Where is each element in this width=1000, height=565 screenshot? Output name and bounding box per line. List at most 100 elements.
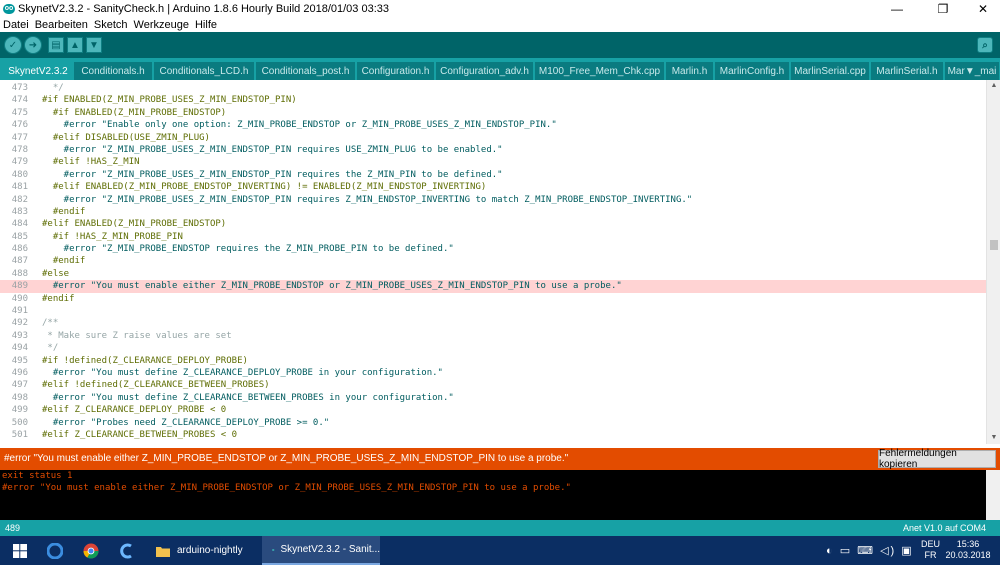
line-number: 494 [11, 343, 28, 354]
code-text: #elif !defined(Z_CLEARANCE_BETWEEN_PROBE… [42, 380, 270, 391]
tab-skynet[interactable]: SkynetV2.3.2 [4, 62, 73, 80]
tab-marlinserial-h[interactable]: MarlinSerial.h [871, 62, 944, 80]
tab-configuration[interactable]: Configuration.h [357, 62, 435, 80]
line-number: 498 [11, 392, 28, 403]
clock-date: 20.03.2018 [945, 550, 991, 560]
tab-conditionals-post[interactable]: Conditionals_post.h [256, 62, 356, 80]
code-line[interactable]: 476 #error "Enable only one option: Z_MI… [0, 119, 986, 131]
tab-configuration-adv[interactable]: Configuration_adv.h [436, 62, 534, 80]
clock-time: 15:36 [956, 539, 980, 549]
code-line[interactable]: 494 */ [0, 342, 986, 354]
code-text: #error "Z_MIN_PROBE_USES_Z_MIN_ENDSTOP_P… [42, 169, 503, 180]
code-line[interactable]: 483 #endif [0, 206, 986, 218]
menu-werkzeuge[interactable]: Werkzeuge [134, 19, 189, 31]
code-line[interactable]: 482 #error "Z_MIN_PROBE_USES_Z_MIN_ENDST… [0, 194, 986, 206]
editor-scrollbar[interactable]: ▲ ▼ [986, 80, 1000, 444]
code-line[interactable]: 491 [0, 305, 986, 317]
line-number: 474 [11, 95, 28, 106]
line-number: 487 [11, 256, 28, 267]
windows-start-button[interactable] [4, 536, 36, 565]
code-line[interactable]: 473 */ [0, 82, 986, 94]
save-sketch-button[interactable]: ▼ [86, 37, 102, 53]
code-text: #if !defined(Z_CLEARANCE_DEPLOY_PROBE) [42, 355, 248, 366]
line-number: 501 [11, 429, 28, 440]
taskbar-app-button[interactable] [112, 536, 142, 565]
serial-monitor-button[interactable]: ⌕ [977, 37, 993, 53]
line-number: 473 [11, 83, 28, 93]
taskbar-edge-button[interactable] [40, 536, 70, 565]
code-text: #error "Z_MIN_PROBE_ENDSTOP requires the… [42, 244, 454, 255]
line-number: 500 [11, 417, 28, 428]
code-line[interactable]: 488 #else [0, 268, 986, 280]
code-line[interactable]: 499 #elif Z_CLEARANCE_DEPLOY_PROBE < 0 [0, 404, 986, 416]
code-text: #endif [42, 293, 75, 304]
tab-marlinserial-cpp[interactable]: MarlinSerial.cpp [791, 62, 870, 80]
code-line[interactable]: 485 #if !HAS_Z_MIN_PROBE_PIN [0, 231, 986, 243]
code-line[interactable]: 498 #error "You must define Z_CLEARANCE_… [0, 392, 986, 404]
code-text: #if ENABLED(Z_MIN_PROBE_USES_Z_MIN_ENDST… [42, 95, 297, 106]
console-output: exit status 1 #error "You must enable ei… [0, 470, 1000, 520]
code-line[interactable]: 496 #error "You must define Z_CLEARANCE_… [0, 367, 986, 379]
menu-bearbeiten[interactable]: Bearbeiten [35, 19, 88, 31]
code-text: #endif [42, 256, 86, 267]
code-line[interactable]: 475 #if ENABLED(Z_MIN_PROBE_ENDSTOP) [0, 107, 986, 119]
code-line[interactable]: 480 #error "Z_MIN_PROBE_USES_Z_MIN_ENDST… [0, 169, 986, 181]
code-line[interactable]: 481 #elif ENABLED(Z_MIN_PROBE_ENDSTOP_IN… [0, 181, 986, 193]
tab-m100-free-mem[interactable]: M100_Free_Mem_Chk.cpp [535, 62, 665, 80]
code-line[interactable]: 497 #elif !defined(Z_CLEARANCE_BETWEEN_PR… [0, 379, 986, 391]
line-number: 482 [11, 194, 28, 205]
menu-sketch[interactable]: Sketch [94, 19, 128, 31]
system-tray-icons[interactable]: ◐ ▭ ⌨ ◁) ▣ [826, 544, 914, 557]
arrow-down-icon: ▼ [89, 39, 99, 51]
taskbar-item-arduino[interactable]: SkynetV2.3.2 - Sanit... [262, 536, 380, 565]
code-line[interactable]: 477 #elif DISABLED(USE_ZMIN_PLUG) [0, 132, 986, 144]
code-line[interactable]: 479 #elif !HAS_Z_MIN [0, 156, 986, 168]
check-icon: ✓ [8, 39, 18, 51]
code-line[interactable]: 484 #elif ENABLED(Z_MIN_PROBE_ENDSTOP) [0, 218, 986, 230]
open-sketch-button[interactable]: ▲ [67, 37, 83, 53]
code-line[interactable]: 486 #error "Z_MIN_PROBE_ENDSTOP requires… [0, 243, 986, 255]
tab-marlinconfig[interactable]: MarlinConfig.h [715, 62, 790, 80]
tab-overflow-menu[interactable]: Mar▼_mai [945, 62, 1000, 80]
code-editor[interactable]: 473 */474 #if ENABLED(Z_MIN_PROBE_USES_Z_… [0, 80, 1000, 444]
code-line[interactable]: 474 #if ENABLED(Z_MIN_PROBE_USES_Z_MIN_EN… [0, 94, 986, 106]
taskbar-clock[interactable]: 15:36 20.03.2018 [944, 539, 992, 561]
console-line: #error "You must enable either Z_MIN_PRO… [2, 483, 571, 493]
scroll-down-icon[interactable]: ▼ [987, 432, 1000, 444]
close-button[interactable]: ✕ [966, 0, 1000, 17]
arduino-icon [272, 548, 275, 551]
verify-button[interactable]: ✓ [4, 36, 22, 54]
scroll-thumb[interactable] [990, 240, 998, 250]
code-line[interactable]: 490 #endif [0, 293, 986, 305]
code-line[interactable]: 495 #if !defined(Z_CLEARANCE_DEPLOY_PROBE… [0, 355, 986, 367]
code-line[interactable]: 493 * Make sure Z raise values are set [0, 330, 986, 342]
code-line[interactable]: 501 #elif Z_CLEARANCE_BETWEEN_PROBES < 0 [0, 429, 986, 441]
menu-hilfe[interactable]: Hilfe [195, 19, 217, 31]
minimize-button[interactable]: — [880, 0, 914, 17]
upload-button[interactable]: ➜ [24, 36, 42, 54]
code-line[interactable]: 500 #error "Probes need Z_CLEARANCE_DEPL… [0, 417, 986, 429]
code-line[interactable]: 492 /** [0, 317, 986, 329]
magnifier-icon: ⌕ [982, 39, 988, 51]
maximize-button[interactable]: ❐ [926, 0, 960, 17]
tab-conditionals[interactable]: Conditionals.h [74, 62, 153, 80]
new-sketch-button[interactable]: ▤ [48, 37, 64, 53]
console-scrollbar[interactable] [986, 470, 1000, 520]
code-line[interactable]: 478 #error "Z_MIN_PROBE_USES_Z_MIN_ENDST… [0, 144, 986, 156]
code-line[interactable]: 487 #endif [0, 255, 986, 267]
taskbar-item-folder[interactable]: arduino-nightly [150, 536, 258, 565]
tab-marlin-h[interactable]: Marlin.h [666, 62, 714, 80]
copy-errors-button[interactable]: Fehlermeldungen kopieren [878, 448, 996, 470]
error-bar: #error "You must enable either Z_MIN_PRO… [0, 448, 1000, 470]
edge-browser-icon [47, 542, 63, 559]
code-text: #error "You must enable either Z_MIN_PRO… [42, 281, 622, 292]
code-text: #error "Z_MIN_PROBE_USES_Z_MIN_ENDSTOP_P… [42, 194, 693, 205]
tab-conditionals-lcd[interactable]: Conditionals_LCD.h [154, 62, 255, 80]
menu-datei[interactable]: Datei [3, 19, 29, 31]
error-highlighted-line[interactable]: 489 #error "You must enable either Z_MIN… [0, 280, 986, 293]
input-language-indicator[interactable]: DEU FR [921, 539, 940, 561]
scroll-up-icon[interactable]: ▲ [987, 80, 1000, 92]
taskbar-chrome-button[interactable] [76, 536, 106, 565]
line-number: 475 [11, 107, 28, 118]
folder-icon [156, 546, 170, 557]
